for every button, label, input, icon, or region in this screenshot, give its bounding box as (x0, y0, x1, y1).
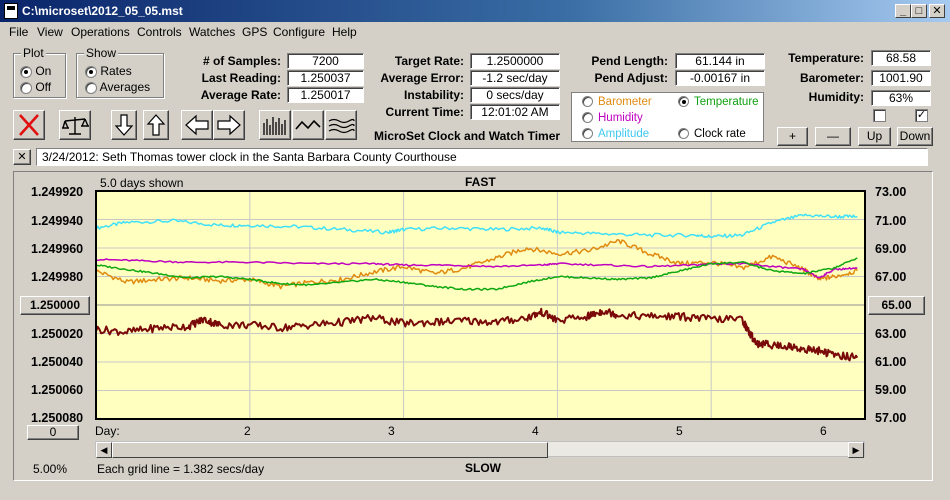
right-tick-label: 69.00 (875, 242, 907, 256)
left-tick-label: 1.250020 (31, 327, 84, 341)
right-tick-label: 57.00 (875, 411, 907, 425)
right-tick-label: 61.00 (875, 355, 907, 369)
scroll-right-button[interactable]: ▶ (848, 442, 864, 458)
x-tick-label: 2 (244, 424, 251, 438)
x-axis-prefix: Day: (95, 424, 120, 438)
percent-label: 5.00% (33, 462, 68, 476)
days-shown-label: 5.0 days shown (100, 176, 184, 190)
scroll-left-button[interactable]: ◀ (96, 442, 112, 458)
x-tick-label: 6 (820, 424, 827, 438)
x-tick-label: 4 (532, 424, 539, 438)
grid-note: Each grid line = 1.382 secs/day (97, 462, 265, 476)
horizontal-scrollbar[interactable]: ◀ ▶ (95, 441, 865, 458)
x-tick-label: 5 (676, 424, 683, 438)
right-tick-label: 63.00 (875, 327, 907, 341)
left-tick-label: 1.249920 (31, 185, 84, 199)
center-temp-button[interactable]: 65.00 (868, 296, 925, 315)
left-tick-label: 1.249940 (31, 214, 84, 228)
right-tick-label: 73.00 (875, 185, 907, 199)
right-tick-label: 59.00 (875, 383, 907, 397)
left-tick-label: 1.249960 (31, 242, 84, 256)
x-tick-label: 3 (388, 424, 395, 438)
offset-button[interactable]: 0 (27, 425, 79, 440)
center-rate-button[interactable]: 1.250000 (20, 296, 90, 315)
fast-label: FAST (465, 175, 496, 189)
left-tick-label: 1.250060 (31, 383, 84, 397)
scroll-thumb[interactable] (112, 442, 548, 458)
left-tick-label: 1.250040 (31, 355, 84, 369)
left-tick-label: 1.249980 (31, 270, 84, 284)
right-tick-label: 67.00 (875, 270, 907, 284)
left-tick-label: 1.250080 (31, 411, 84, 425)
right-tick-label: 71.00 (875, 214, 907, 228)
chart (95, 190, 866, 420)
slow-label: SLOW (465, 461, 501, 475)
